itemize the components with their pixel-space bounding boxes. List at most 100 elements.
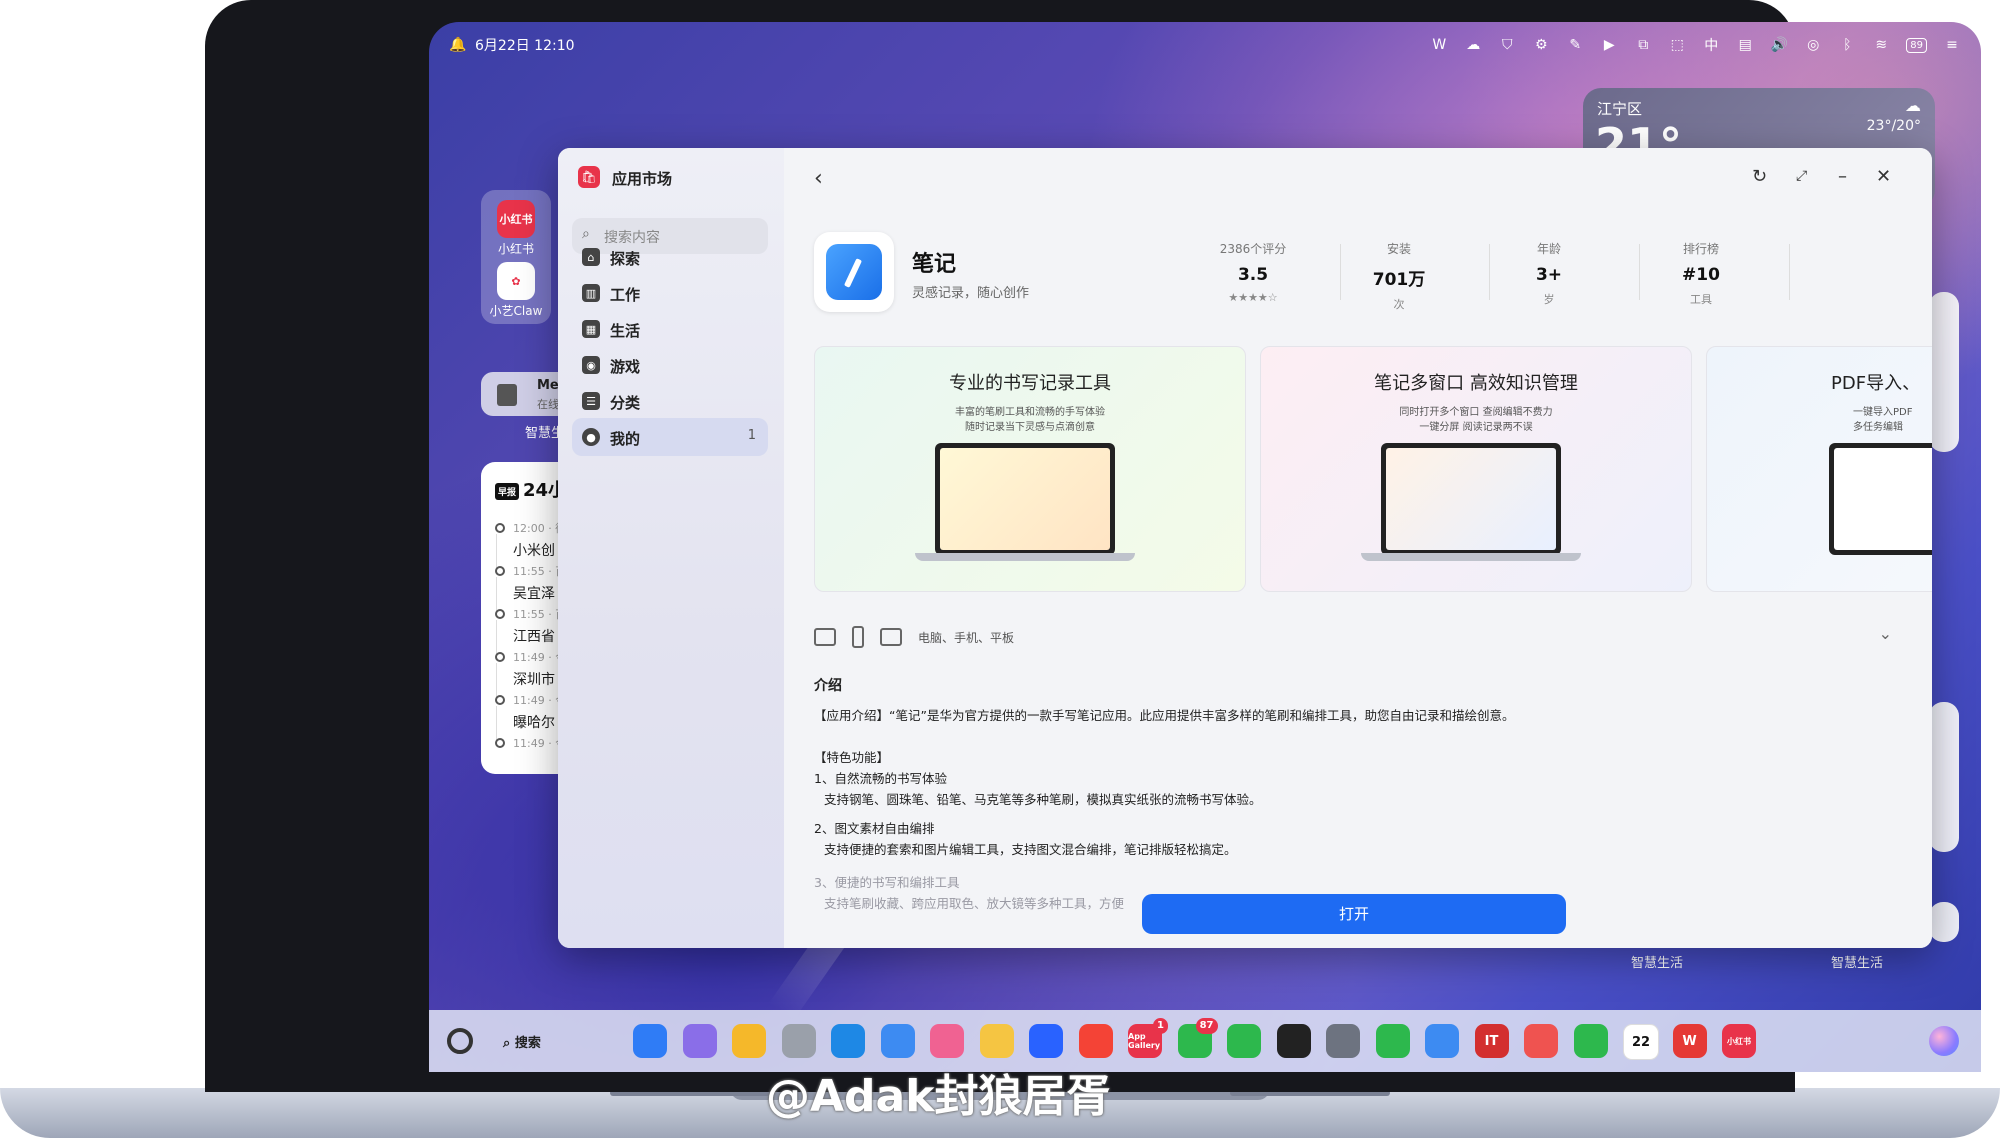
close-icon[interactable]: ✕ xyxy=(1876,166,1891,187)
laptop-icon xyxy=(814,628,836,646)
category-icon: ☰ xyxy=(582,392,600,410)
dock: ⌕ 搜索 App Gallery 1 87 IT 22 W 小红书 xyxy=(429,1010,1981,1072)
notification-badge: 87 xyxy=(1195,1018,1218,1034)
open-button[interactable]: 打开 xyxy=(1142,894,1566,934)
news-title: 早报 24小 xyxy=(495,476,566,502)
news-badge: 早报 xyxy=(495,482,520,500)
mail-icon[interactable] xyxy=(880,1024,915,1058)
notification-badge: 1 xyxy=(1153,1018,1168,1034)
stat-rating: 2386个评分 3.5 ★★★★☆ xyxy=(1178,240,1328,304)
input-method-icon[interactable]: 中 xyxy=(1702,36,1720,54)
maps-icon[interactable] xyxy=(1078,1024,1113,1058)
right-widget[interactable] xyxy=(1929,702,1959,852)
notes-folder-icon[interactable] xyxy=(732,1024,766,1058)
dock-search[interactable]: ⌕ 搜索 xyxy=(503,1032,541,1051)
app-grid-icon[interactable] xyxy=(633,1024,667,1058)
control-center-icon[interactable]: ≡ xyxy=(1943,36,1961,54)
weather-range: 23°/20° xyxy=(1866,118,1921,134)
share-icon[interactable]: ↻ xyxy=(1752,166,1767,187)
link-icon[interactable] xyxy=(1573,1024,1608,1058)
harmony-icon[interactable] xyxy=(1029,1024,1063,1058)
calendar-icon: ▦ xyxy=(582,320,600,338)
app-label: 小艺Claw xyxy=(489,304,543,318)
datetime: 6月22日 12:10 xyxy=(475,38,575,54)
xiaohongshu-shortcut[interactable]: 小红书 小红书 xyxy=(485,200,547,257)
collab-icon[interactable]: ⧉ xyxy=(1634,36,1652,54)
laptop-illustration xyxy=(1829,443,1932,555)
settings-icon[interactable] xyxy=(1326,1024,1360,1058)
multitask-icon[interactable] xyxy=(682,1024,717,1058)
wps-icon[interactable]: W xyxy=(1672,1024,1707,1058)
browser-icon[interactable] xyxy=(831,1024,865,1058)
xiaohongshu-icon: 小红书 xyxy=(497,200,535,238)
bluetooth-icon[interactable]: ᛒ xyxy=(1838,36,1856,54)
right-widget[interactable] xyxy=(1929,292,1959,452)
wps-tray-icon[interactable]: W xyxy=(1430,36,1448,54)
volume-icon[interactable]: 🔊 xyxy=(1770,36,1788,54)
stat-ranking[interactable]: 排行榜 #10 工具 xyxy=(1626,240,1776,307)
fullscreen-icon[interactable]: ⤢ xyxy=(1796,168,1807,184)
video-icon[interactable]: ▶ xyxy=(1600,36,1618,54)
trash-icon[interactable] xyxy=(781,1024,816,1058)
calendar-icon[interactable]: 22 xyxy=(1623,1024,1659,1060)
weather-location: 江宁区 xyxy=(1597,100,1643,118)
briefcase-icon: ▥ xyxy=(582,284,600,302)
device-status: 在线 xyxy=(537,398,559,411)
xiaoyi-claw-shortcut[interactable]: ✿ 小艺Claw xyxy=(485,262,547,319)
app-label: 小红书 xyxy=(497,242,534,256)
clipboard-icon[interactable]: ▤ xyxy=(1736,36,1754,54)
wifi-icon[interactable]: ≋ xyxy=(1872,36,1890,54)
screenshot-card[interactable]: 笔记多窗口 高效知识管理 同时打开多个窗口 查阅编辑不费力 一键分屏 阅读记录两不… xyxy=(1260,346,1692,592)
watermark: @Adak封狼居胥 xyxy=(766,1071,1111,1122)
nav-item-life[interactable]: ▦ 生活 xyxy=(572,310,768,348)
assistant-icon[interactable] xyxy=(1929,1026,1959,1056)
ithome-icon[interactable]: IT xyxy=(1474,1024,1509,1058)
gear-tray-icon[interactable]: ⚙ xyxy=(1532,36,1550,54)
tablet-icon xyxy=(880,628,902,646)
minimize-icon[interactable]: – xyxy=(1838,166,1847,187)
right-widget[interactable] xyxy=(1929,902,1959,942)
app-market-logo-icon: 🛍 xyxy=(578,166,600,188)
nav-item-work[interactable]: ▥ 工作 xyxy=(572,274,768,312)
stat-divider xyxy=(1789,244,1790,300)
sidebar: 🛍 应用市场 ⌕ 搜索内容 ⌂ 探索 ▥ 工作 ▦ 生活 ◉ 游戏 ☰ 分类 ● 我的 1 xyxy=(558,148,784,948)
cloud-tray-icon[interactable]: ☁ xyxy=(1464,36,1482,54)
rating-stars: ★★★★☆ xyxy=(1228,291,1278,304)
appgallery-icon[interactable]: App Gallery 1 xyxy=(1128,1018,1168,1058)
memo-icon[interactable] xyxy=(979,1024,1014,1058)
app-description: 介绍 【应用介绍】“笔记”是华为官方提供的一款手写笔记应用。此应用提供丰富多样的… xyxy=(814,676,1894,914)
location-icon[interactable]: ◎ xyxy=(1804,36,1822,54)
cloud-icon: ☁ xyxy=(1905,96,1921,115)
widget-label: 智慧生活 xyxy=(1631,956,1684,971)
screenshot-card[interactable]: 专业的书写记录工具 丰富的笔刷工具和流畅的手写体验 随时记录当下灵感与点滴创意 xyxy=(814,346,1246,592)
bell-icon[interactable]: 🔔 xyxy=(449,36,467,54)
qq-icon[interactable] xyxy=(1276,1024,1311,1058)
nav-item-category[interactable]: ☰ 分类 xyxy=(572,382,768,420)
stat-installs: 安装 701万次 xyxy=(1372,242,1426,311)
device-title: Me xyxy=(537,378,559,393)
battery-indicator[interactable]: 89 xyxy=(1906,37,1927,53)
wechat-icon[interactable] xyxy=(1227,1024,1261,1058)
app-market-window: 🛍 应用市场 ⌕ 搜索内容 ⌂ 探索 ▥ 工作 ▦ 生活 ◉ 游戏 ☰ 分类 ● 我的 1 ‹… xyxy=(558,148,1932,948)
nav-item-mine[interactable]: ● 我的 1 xyxy=(572,418,768,456)
screenshot-icon[interactable]: ⬚ xyxy=(1668,36,1686,54)
nav-item-explore[interactable]: ⌂ 探索 xyxy=(572,238,768,276)
nav-item-games[interactable]: ◉ 游戏 xyxy=(572,346,768,384)
back-icon[interactable]: ‹ xyxy=(814,166,823,191)
laptop-illustration xyxy=(935,443,1115,555)
phone-icon[interactable] xyxy=(1375,1024,1410,1058)
widget-label: 智慧生活 xyxy=(1831,956,1884,971)
xiaohongshu-icon[interactable]: 小红书 xyxy=(1722,1024,1756,1058)
shield-icon[interactable]: ⛉ xyxy=(1498,36,1516,54)
calendar-box-icon[interactable] xyxy=(1524,1024,1558,1058)
chevron-down-icon[interactable]: ⌄ xyxy=(1879,624,1892,643)
gallery-icon[interactable] xyxy=(930,1024,964,1058)
screenshot-card[interactable]: PDF导入、 一键导入PDF 多任务编辑 xyxy=(1706,346,1932,592)
device-label: 电脑、手机、平板 xyxy=(918,630,1015,645)
note-tray-icon[interactable]: ✎ xyxy=(1566,36,1584,54)
phone-icon xyxy=(852,626,864,648)
device-icon xyxy=(497,384,517,406)
messages-icon[interactable]: 87 xyxy=(1177,1018,1218,1058)
start-button[interactable] xyxy=(447,1028,473,1054)
chat-icon[interactable] xyxy=(1425,1024,1459,1058)
